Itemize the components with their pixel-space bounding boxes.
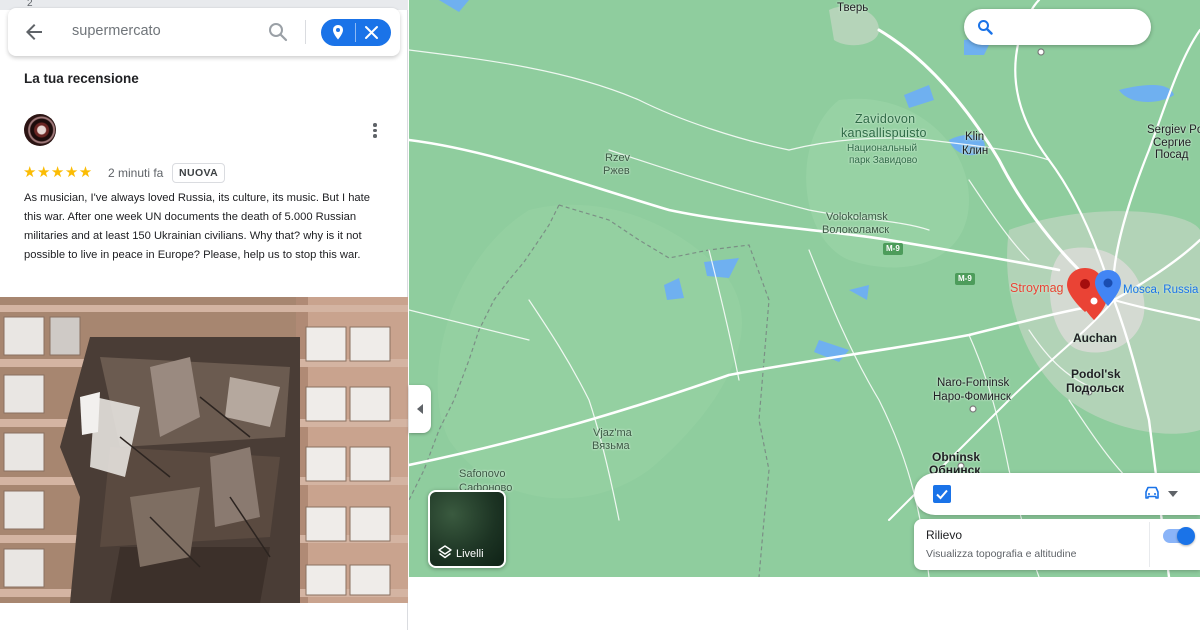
map-label-vyazma: Vjaz'ma — [593, 427, 632, 439]
map-label-zavidovo-2: kansallispuisto — [841, 126, 927, 140]
checkmark-icon — [936, 489, 948, 500]
map-label-klin-cyr: Клин — [962, 145, 989, 157]
review-time: 2 minuti fa — [108, 166, 164, 180]
relief-title: Rilievo — [926, 528, 963, 542]
map-label-podolsk: Podol'sk — [1071, 367, 1121, 381]
relief-toggle[interactable] — [1163, 527, 1195, 545]
review-section-title: La tua recensione — [24, 71, 139, 86]
pill-divider — [355, 23, 356, 42]
search-box[interactable]: supermercato — [8, 8, 400, 56]
option-checkbox[interactable] — [933, 485, 951, 503]
road-shield-m9: M-9 — [883, 243, 903, 255]
map-label-safonovo: Safonovo — [459, 468, 506, 480]
avatar[interactable] — [24, 114, 56, 146]
map-label-stroymag[interactable]: Stroymag — [1010, 282, 1064, 295]
map-label-rzev: Rzev — [605, 152, 631, 164]
maps-app: Тверь Zavidovon kansallispuisto Национал… — [0, 0, 1200, 630]
search-icon[interactable] — [266, 20, 290, 44]
map-label-tver: Тверь — [837, 2, 869, 14]
star-rating: ★★★★★ — [23, 164, 93, 181]
collapse-panel-button[interactable] — [409, 385, 431, 433]
map-label-zavidovo: Zavidovon — [855, 112, 916, 126]
relief-option: Rilievo Visualizza topografia e altitudi… — [914, 519, 1200, 570]
travel-mode-dropdown-icon[interactable] — [1168, 491, 1178, 497]
map-search-button[interactable] — [964, 9, 1151, 45]
location-pin-icon[interactable] — [330, 24, 346, 41]
map-options-bar — [914, 473, 1200, 515]
map-label-sergiev-3: Посад — [1155, 149, 1189, 161]
arrow-back-icon[interactable] — [22, 20, 46, 44]
review-photo[interactable] — [0, 297, 408, 603]
map-label-naro-fominsk: Naro-Fominsk — [937, 377, 1010, 389]
road-shield-m9-2: M-9 — [955, 273, 975, 285]
layers-button[interactable]: Livelli — [428, 490, 506, 568]
layers-icon — [438, 545, 452, 559]
map-label-naro-fominsk-cyr: Наро-Фоминск — [933, 391, 1011, 403]
map-label-volokolamsk: Volokolamsk — [826, 211, 888, 223]
more-options-icon[interactable] — [366, 121, 384, 143]
close-icon[interactable] — [364, 25, 379, 40]
directions-pill[interactable] — [321, 19, 391, 46]
chevron-left-icon — [417, 404, 423, 414]
damaged-building-image — [0, 297, 408, 603]
search-divider — [305, 20, 306, 44]
map-label-podolsk-cyr: Подольск — [1066, 381, 1125, 395]
map-label-mosca[interactable]: Mosca, Russia — [1123, 284, 1198, 297]
map-label-volokolamsk-cyr: Волоколамск — [822, 224, 890, 236]
side-panel: 2 supermercato La tua recensione ★★★★★ 2… — [0, 0, 408, 630]
search-icon — [978, 20, 993, 35]
car-icon[interactable] — [1143, 485, 1161, 501]
new-badge: NUOVA — [172, 163, 226, 183]
map-label-vyazma-cyr: Вязьма — [592, 440, 630, 452]
map-label-rzev-cyr: Ржев — [603, 165, 630, 177]
review-text: As musician, I've always loved Russia, i… — [24, 192, 370, 261]
relief-divider — [1149, 522, 1150, 567]
layers-label: Livelli — [456, 548, 484, 560]
search-input[interactable]: supermercato — [72, 23, 161, 39]
map-label-auchan[interactable]: Auchan — [1073, 332, 1117, 345]
relief-subtitle: Visualizza topografia e altitudine — [926, 548, 1077, 560]
map-label-zavidovo-4: парк Завидово — [849, 155, 918, 166]
map-label-sergiev: Sergiev Po — [1147, 124, 1200, 136]
map-label-klin: Klin — [965, 131, 985, 143]
map-bottom-area — [409, 577, 1200, 630]
